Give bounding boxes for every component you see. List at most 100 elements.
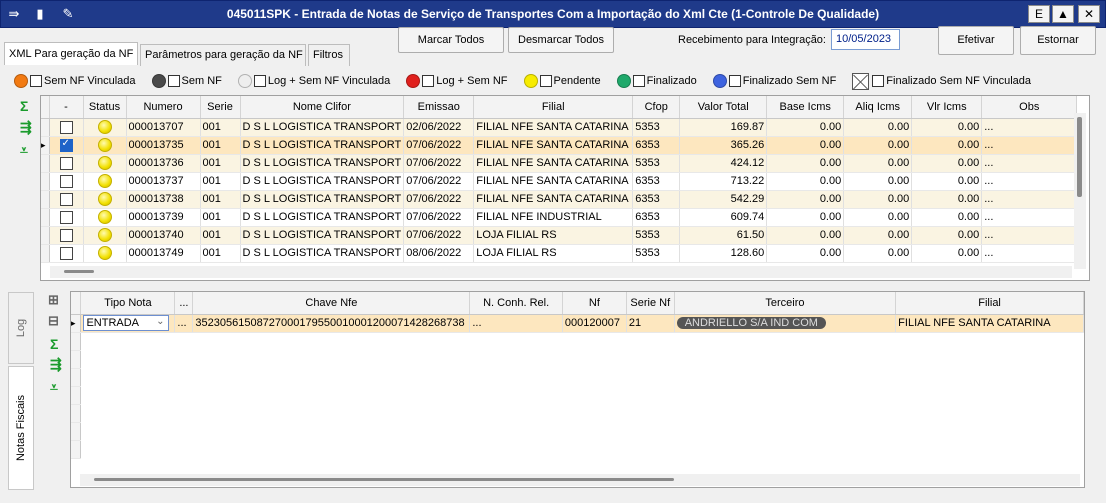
row-checkbox-cell[interactable] <box>49 190 84 209</box>
tab-log[interactable]: Log <box>8 292 34 364</box>
table-row[interactable]: ▸ 000013735001D S L LOGISTICA TRANSPORT07… <box>41 136 1078 155</box>
recebimento-date-input[interactable]: 10/05/2023 <box>831 29 900 50</box>
row-checkbox[interactable] <box>59 228 73 242</box>
legend-checkbox[interactable] <box>167 75 180 87</box>
sum-icon[interactable]: Σ <box>20 98 28 114</box>
tab-filtros[interactable]: Filtros <box>308 44 350 66</box>
row-checkbox[interactable] <box>59 174 73 188</box>
row-checkbox[interactable] <box>59 120 73 134</box>
obs-cell[interactable]: ... <box>981 118 1078 137</box>
conh-rel-cell[interactable]: ... <box>469 314 563 333</box>
legend-checkbox[interactable] <box>728 75 741 87</box>
desmarcar-todos-button[interactable]: Desmarcar Todos <box>508 27 614 53</box>
table-row[interactable]: 000013736 001 D S L LOGISTICA TRANSPORT 07/… <box>41 154 1078 173</box>
legend-checkbox[interactable] <box>872 75 885 87</box>
legend-pendente[interactable]: Pendente <box>523 74 601 88</box>
row-checkbox[interactable] <box>59 246 73 260</box>
row-checkbox[interactable] <box>59 156 73 170</box>
export-icon[interactable]: ⇶ <box>20 119 32 136</box>
col-header[interactable]: Base Icms <box>766 96 845 119</box>
tab-notas-fiscais[interactable]: Notas Fiscais <box>8 366 34 490</box>
col-header[interactable]: Valor Total <box>679 96 768 119</box>
emissao-cell: 08/06/2022 <box>403 244 475 263</box>
legend-sem-nf[interactable]: Sem NF <box>151 74 222 88</box>
row-checkbox[interactable] <box>59 192 73 206</box>
col-header[interactable]: Terceiro <box>674 292 897 315</box>
legend-checkbox[interactable] <box>422 75 435 87</box>
obs-cell[interactable]: ... <box>981 172 1078 191</box>
marcar-todos-button[interactable]: Marcar Todos <box>398 27 504 53</box>
row-checkbox-cell[interactable] <box>49 118 84 137</box>
col-header[interactable]: Serie <box>200 96 241 119</box>
row-checkbox-cell[interactable] <box>49 136 84 155</box>
legend-finalizado-sem-nf[interactable]: Finalizado Sem NF <box>712 74 836 88</box>
col-header[interactable]: Vlr Icms <box>911 96 983 119</box>
minimize-button[interactable]: E <box>1028 5 1050 23</box>
table-row[interactable]: 000013740 001 D S L LOGISTICA TRANSPORT 07/… <box>41 226 1078 245</box>
close-button[interactable]: ✕ <box>1078 5 1100 23</box>
row-checkbox[interactable] <box>59 210 73 224</box>
upper-horizontal-scrollbar[interactable] <box>50 266 1072 278</box>
legend-checkbox[interactable] <box>30 75 42 87</box>
obs-cell[interactable]: ... <box>981 154 1078 173</box>
legend-log-sem-nf[interactable]: Log + Sem NF <box>406 74 508 88</box>
filter-down-icon[interactable]: ⩡ <box>20 142 28 159</box>
obs-cell[interactable]: ... <box>981 136 1078 155</box>
table-row[interactable]: 000013739 001 D S L LOGISTICA TRANSPORT 07/… <box>41 208 1078 227</box>
col-header[interactable]: ... <box>174 292 194 315</box>
lower-horizontal-scrollbar[interactable] <box>80 474 1080 486</box>
col-header[interactable]: Obs <box>981 96 1078 119</box>
table-row[interactable]: 000013749 001 D S L LOGISTICA TRANSPORT 08/… <box>41 244 1078 263</box>
col-header[interactable]: Nf <box>562 292 627 315</box>
col-header[interactable]: Nome Clifor <box>240 96 405 119</box>
tipo-nota-dropdown[interactable]: ENTRADA ⌄ <box>83 315 170 331</box>
ellipsis-button[interactable]: ... <box>174 314 194 333</box>
legend-checkbox[interactable] <box>539 75 552 87</box>
obs-cell[interactable]: ... <box>981 244 1078 263</box>
legend-finalizado-sem-nf-vinculada[interactable]: Finalizado Sem NF Vinculada <box>852 72 1031 90</box>
efetivar-button[interactable]: Efetivar <box>938 26 1014 55</box>
row-checkbox-cell[interactable] <box>49 244 84 263</box>
col-header[interactable]: Tipo Nota <box>80 292 176 315</box>
tipo-nota-cell[interactable]: ENTRADA ⌄ <box>80 314 176 333</box>
estornar-button[interactable]: Estornar <box>1020 26 1096 55</box>
obs-cell[interactable]: ... <box>981 226 1078 245</box>
legend-checkbox[interactable] <box>632 75 645 87</box>
tab-parametros[interactable]: Parâmetros para geração da NF <box>140 44 306 66</box>
remove-row-icon[interactable]: ⊟ <box>48 313 59 329</box>
col-header[interactable]: Serie Nf <box>626 292 675 315</box>
col-header[interactable]: N. Conh. Rel. <box>469 292 563 315</box>
col-header[interactable]: - <box>49 96 84 119</box>
col-header[interactable]: Numero <box>126 96 201 119</box>
row-checkbox-cell[interactable] <box>49 226 84 245</box>
legend-log-sem-nf-vinculada[interactable]: Log + Sem NF Vinculada <box>237 74 390 88</box>
upper-vertical-scrollbar[interactable] <box>1074 113 1086 269</box>
row-checkbox[interactable] <box>59 138 73 152</box>
obs-cell[interactable]: ... <box>981 190 1078 209</box>
col-header[interactable]: Cfop <box>632 96 681 119</box>
row-checkbox-cell[interactable] <box>49 208 84 227</box>
col-header[interactable]: Filial <box>473 96 634 119</box>
row-checkbox-cell[interactable] <box>49 154 84 173</box>
maximize-button[interactable]: ▲ <box>1052 5 1074 23</box>
export-icon[interactable]: ⇶ <box>50 356 62 373</box>
table-row[interactable]: 000013738 001 D S L LOGISTICA TRANSPORT 07/… <box>41 190 1078 209</box>
col-header[interactable]: Filial <box>895 292 1084 315</box>
legend-finalizado[interactable]: Finalizado <box>616 74 697 88</box>
table-row[interactable]: 000013737 001 D S L LOGISTICA TRANSPORT 07/… <box>41 172 1078 191</box>
obs-cell[interactable]: ... <box>981 208 1078 227</box>
legend-checkbox[interactable] <box>253 75 266 87</box>
add-row-icon[interactable]: ⊞ <box>48 292 59 308</box>
base-icms-cell: 0.00 <box>766 118 845 137</box>
table-row[interactable]: 000013707 001 D S L LOGISTICA TRANSPORT 02/… <box>41 118 1078 137</box>
col-header[interactable]: Status <box>83 96 127 119</box>
table-row[interactable]: ▸ ENTRADA ⌄... 3523056150872700017955001000… <box>71 314 1084 333</box>
tab-xml[interactable]: XML Para geração da NF <box>4 42 138 65</box>
col-header[interactable]: Aliq Icms <box>843 96 913 119</box>
filter-down-icon[interactable]: ⩡ <box>50 379 58 396</box>
sum-icon[interactable]: Σ <box>50 336 58 352</box>
col-header[interactable]: Emissao <box>403 96 475 119</box>
legend-sem-nf-vinculada[interactable]: Sem NF Vinculada <box>14 74 136 88</box>
row-checkbox-cell[interactable] <box>49 172 84 191</box>
col-header[interactable]: Chave Nfe <box>192 292 471 315</box>
